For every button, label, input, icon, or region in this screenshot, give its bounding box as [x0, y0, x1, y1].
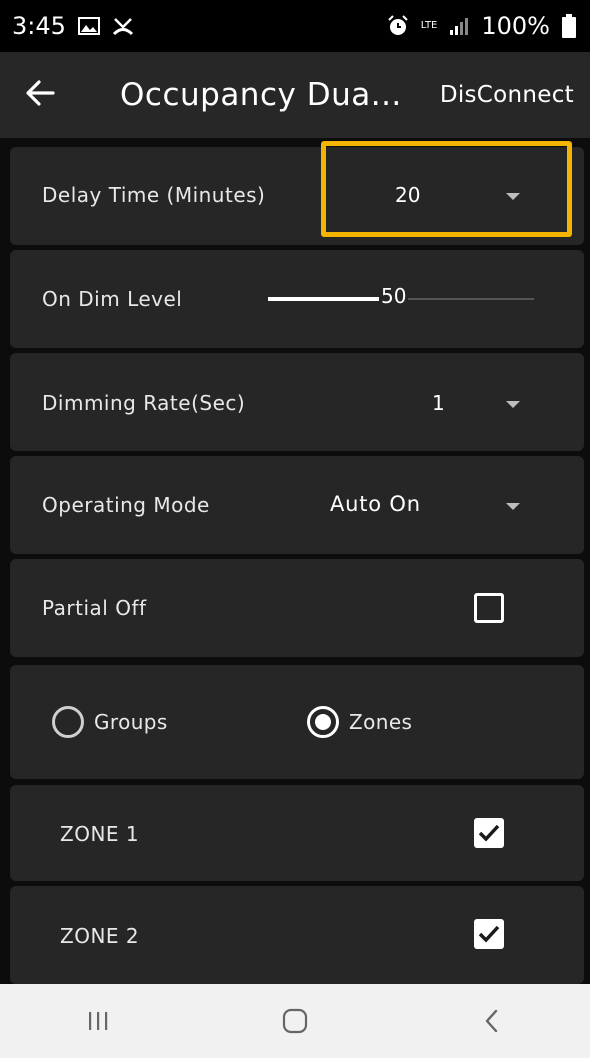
status-right: LTE 100% [387, 12, 576, 40]
image-icon [77, 17, 100, 35]
page-title: Occupancy Dua... [120, 77, 402, 113]
dimming-rate-value: 1 [432, 391, 445, 415]
target-selector-row: Groups Zones [10, 665, 584, 779]
operating-mode-value: Auto On [330, 492, 421, 516]
highlight-box [321, 141, 572, 237]
radio-zones[interactable]: Zones [307, 706, 412, 738]
checkmark-icon [478, 925, 500, 943]
chevron-down-icon [506, 503, 520, 510]
radio-circle-icon [52, 706, 84, 738]
missed-call-icon [112, 16, 134, 36]
radio-groups[interactable]: Groups [52, 706, 168, 738]
on-dim-level-row: On Dim Level 50 [10, 250, 584, 348]
dim-level-slider[interactable]: 50 [268, 284, 534, 314]
zone-row: ZONE 1 [10, 785, 584, 881]
system-nav-bar [0, 984, 590, 1058]
zone-checkbox[interactable] [474, 919, 504, 949]
signal-icon [449, 16, 469, 36]
zone-row: ZONE 2 [10, 886, 584, 984]
arrow-left-icon [25, 80, 55, 110]
operating-mode-label: Operating Mode [42, 493, 210, 517]
dim-level-value: 50 [379, 284, 409, 308]
status-left: 3:45 [12, 12, 134, 40]
zone-checkbox[interactable] [474, 818, 504, 848]
zone-label: ZONE 2 [60, 924, 140, 948]
recent-apps-icon [89, 1012, 108, 1030]
partial-off-row: Partial Off [10, 559, 584, 657]
dimming-rate-dropdown[interactable]: 1 [390, 353, 570, 451]
partial-off-checkbox[interactable] [474, 593, 504, 623]
alarm-icon [387, 15, 409, 37]
status-bar: 3:45 LTE 100% [0, 0, 590, 52]
dimming-rate-label: Dimming Rate(Sec) [42, 391, 246, 415]
radio-zones-label: Zones [349, 710, 413, 734]
radio-circle-icon [307, 706, 339, 738]
app-bar: Occupancy Dua... DisConnect [0, 52, 590, 138]
battery-percent: 100% [481, 12, 550, 40]
back-icon [485, 1009, 497, 1033]
dimming-rate-row: Dimming Rate(Sec) 1 [10, 353, 584, 451]
status-time: 3:45 [12, 12, 66, 40]
radio-groups-label: Groups [94, 710, 168, 734]
settings-list: Delay Time (Minutes) 20 On Dim Level 50 … [0, 138, 590, 984]
back-button[interactable] [0, 52, 80, 138]
battery-icon [562, 14, 576, 38]
chevron-down-icon [506, 401, 520, 408]
partial-off-label: Partial Off [42, 596, 147, 620]
recent-apps-button[interactable] [48, 984, 148, 1058]
delay-time-label: Delay Time (Minutes) [42, 183, 266, 207]
network-type: LTE [420, 20, 438, 31]
operating-mode-row: Operating Mode Auto On [10, 456, 584, 554]
slider-fill [268, 297, 389, 301]
home-icon [282, 1008, 308, 1034]
checkmark-icon [478, 824, 500, 842]
on-dim-level-label: On Dim Level [42, 287, 183, 311]
radio-selected-dot [315, 714, 331, 730]
operating-mode-dropdown[interactable]: Auto On [310, 456, 570, 554]
zone-label: ZONE 1 [60, 822, 140, 846]
lte-icon: LTE [421, 21, 438, 31]
home-button[interactable] [245, 984, 345, 1058]
nav-back-button[interactable] [442, 984, 542, 1058]
disconnect-button[interactable]: DisConnect [440, 52, 574, 138]
